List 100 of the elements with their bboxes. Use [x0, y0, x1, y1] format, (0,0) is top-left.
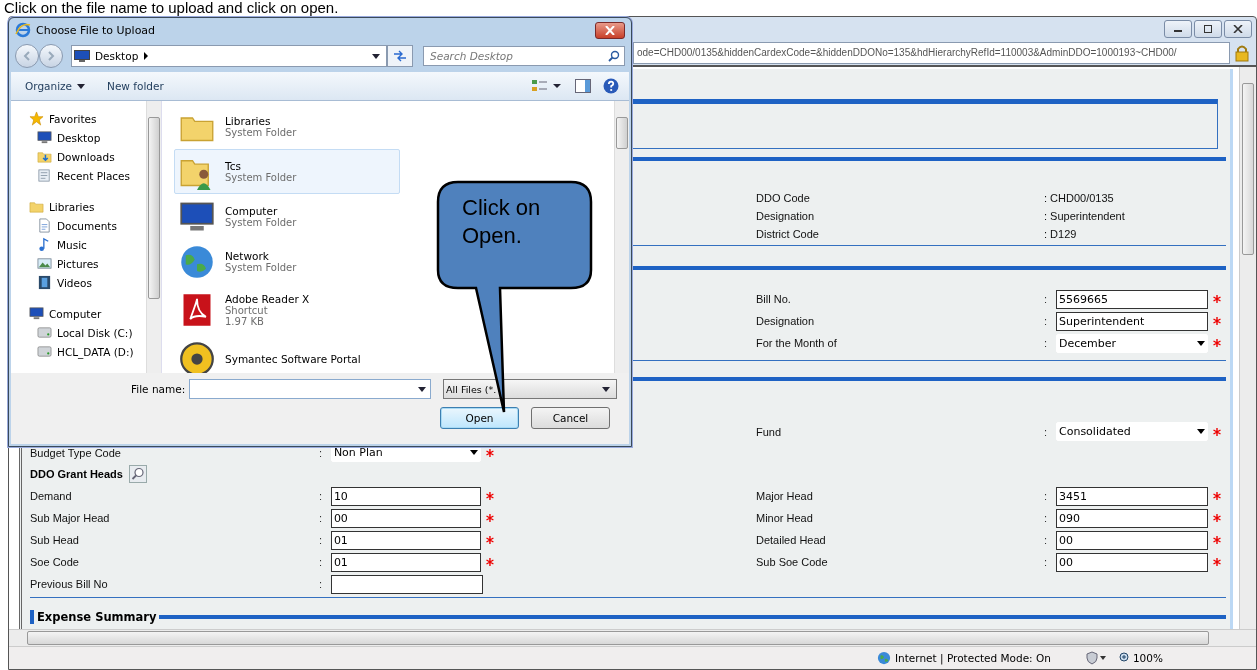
- nav-item[interactable]: HCL_DATA (D:): [29, 342, 146, 361]
- zoom-icon: [1118, 652, 1131, 664]
- input-field[interactable]: 01: [330, 530, 482, 550]
- nav-item[interactable]: Computer: [29, 304, 146, 323]
- nav-item[interactable]: Libraries: [29, 197, 146, 216]
- input-field[interactable]: 01: [330, 552, 482, 572]
- section-heading: Expense Summary: [30, 610, 157, 624]
- field-label: Fund: [756, 425, 783, 438]
- location-bar[interactable]: Desktop: [71, 45, 387, 67]
- toolbar-button[interactable]: New folder: [107, 80, 164, 92]
- file-name-field[interactable]: [189, 379, 432, 399]
- nav-item[interactable]: Videos: [29, 273, 146, 292]
- toolbar-button[interactable]: Organize: [25, 80, 86, 92]
- file-detail: Shortcut: [225, 305, 269, 316]
- maximize-icon: [1203, 25, 1213, 33]
- nav-item[interactable]: Local Disk (C:): [29, 323, 146, 342]
- nav-item[interactable]: Recent Places: [29, 166, 146, 185]
- file-item[interactable]: Network System Folder: [174, 239, 400, 284]
- search-field[interactable]: Search Desktop: [423, 46, 625, 66]
- required-mark-icon: [1213, 295, 1221, 303]
- horizontal-scrollbar[interactable]: [9, 629, 1256, 646]
- refresh-button[interactable]: [387, 45, 413, 67]
- nav-item[interactable]: Desktop: [29, 128, 146, 147]
- file-name: Symantec Software Portal: [225, 352, 361, 365]
- dialog-button[interactable]: Cancel: [531, 407, 610, 429]
- field-label: Designation: [756, 315, 816, 327]
- colon-text: :: [1044, 512, 1049, 524]
- dialog-button[interactable]: Open: [440, 407, 519, 429]
- file-detail: 1.97 KB: [225, 316, 265, 327]
- field-label: Detailed Head: [756, 534, 827, 546]
- file-item[interactable]: Libraries System Folder: [174, 104, 400, 149]
- input-field[interactable]: 090: [1056, 508, 1208, 528]
- dropdown[interactable]: December: [1056, 333, 1208, 353]
- input-field[interactable]: 3451: [1056, 486, 1208, 506]
- close-button[interactable]: [595, 21, 625, 39]
- input-field[interactable]: Superintendent: [1056, 311, 1208, 331]
- nav-item[interactable]: Music: [29, 235, 146, 254]
- security-zone-text[interactable]: Internet | Protected Mode: On: [895, 652, 1051, 664]
- field-label: Previous Bill No: [30, 578, 109, 590]
- file-name: Computer: [225, 205, 278, 217]
- vertical-scrollbar[interactable]: [1239, 67, 1256, 629]
- required-mark-icon: [486, 558, 494, 566]
- scrollbar[interactable]: [614, 101, 629, 373]
- input-field[interactable]: 00: [1056, 530, 1208, 550]
- refresh-icon: [393, 50, 407, 62]
- field-label: Budget Type Code: [30, 446, 122, 459]
- input-field[interactable]: [331, 574, 483, 594]
- globe-icon: [877, 651, 891, 665]
- caret-icon: [418, 386, 427, 392]
- input-field[interactable]: 5569665: [1056, 289, 1208, 309]
- required-mark-icon: [1213, 514, 1221, 522]
- zoom-button[interactable]: 100%: [1118, 652, 1163, 664]
- file-item[interactable]: Tcs System Folder: [174, 149, 400, 194]
- maximize-button[interactable]: [1194, 20, 1222, 38]
- file-name: Libraries: [225, 115, 272, 127]
- colon-text: :: [1044, 490, 1049, 502]
- monitor-icon: [37, 130, 52, 145]
- nav-item[interactable]: Pictures: [29, 254, 146, 273]
- required-mark-icon: [486, 492, 494, 500]
- lock-icon[interactable]: [1234, 44, 1250, 62]
- required-mark-icon: [486, 448, 494, 457]
- field-label: Sub Major Head: [30, 512, 111, 524]
- required-mark-icon: [1213, 427, 1221, 436]
- file-name: Adobe Reader X: [225, 293, 310, 305]
- address-field[interactable]: ode=CHD00/0135&hiddenCardexCode=&hiddenDDONo=135&hdHierarchyRefId=110003&AdminDDO=1000193~CHD00/: [633, 42, 1230, 64]
- nav-label: HCL_DATA (D:): [57, 345, 134, 358]
- colon-text: :: [1044, 293, 1049, 305]
- file-type-dropdown[interactable]: All Files (*.: [443, 379, 617, 399]
- view-options-icon[interactable]: [531, 79, 563, 93]
- nav-label: Favorites: [49, 112, 97, 125]
- dropdown[interactable]: Consolidated: [1056, 422, 1208, 441]
- browser-logo-icon: [15, 22, 31, 38]
- input-field[interactable]: 10: [330, 486, 482, 506]
- nav-item[interactable]: Favorites: [29, 109, 146, 128]
- input-field[interactable]: 00: [1056, 552, 1208, 572]
- shield-dropdown-icon[interactable]: [1084, 651, 1107, 665]
- help-icon[interactable]: [603, 78, 619, 94]
- nav-item[interactable]: Downloads: [29, 147, 146, 166]
- required-mark-icon: [486, 514, 494, 522]
- drive-icon: [37, 325, 52, 340]
- colon-text: :: [319, 512, 324, 524]
- preview-pane-icon[interactable]: [575, 79, 591, 93]
- recent-places-icon: [37, 168, 52, 183]
- file-item[interactable]: Computer System Folder: [174, 194, 400, 239]
- drive-icon: [37, 344, 52, 359]
- file-item[interactable]: Adobe Reader X Shortcut 1.97 KB: [174, 284, 400, 336]
- caret-icon: [602, 386, 610, 392]
- close-button[interactable]: [1224, 20, 1252, 38]
- file-item[interactable]: Symantec Software Portal: [174, 336, 400, 373]
- scrollbar[interactable]: [146, 101, 161, 373]
- nav-item[interactable]: Documents: [29, 216, 146, 235]
- colon-text: :: [1044, 425, 1049, 438]
- document-icon: [37, 218, 52, 233]
- colon-text: :: [319, 556, 324, 568]
- caret-icon: [1197, 429, 1205, 434]
- callout-text: Click on Open.: [462, 194, 542, 250]
- minimize-button[interactable]: [1164, 20, 1192, 38]
- input-field[interactable]: 00: [330, 508, 482, 528]
- search-button[interactable]: [128, 465, 147, 483]
- nav-label: Recent Places: [57, 169, 130, 182]
